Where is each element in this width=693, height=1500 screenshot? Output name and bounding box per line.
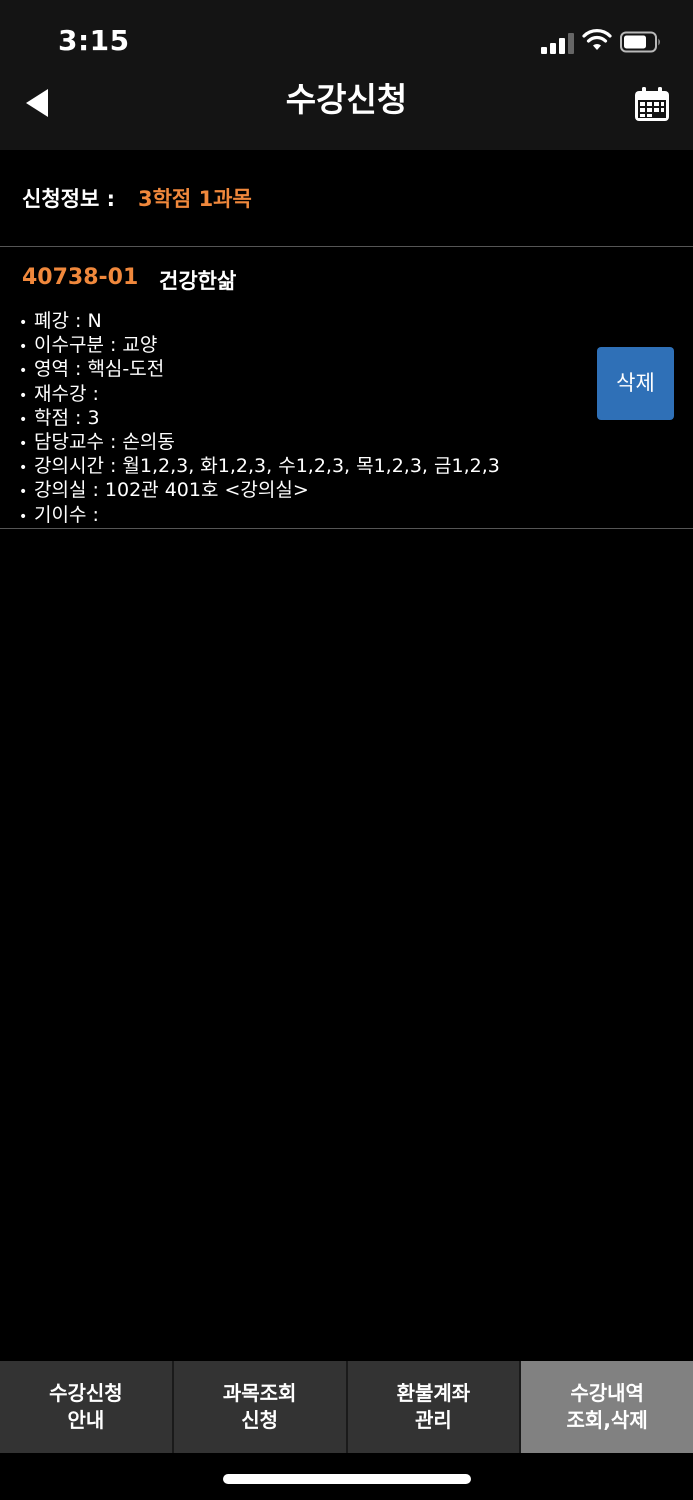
detail-retake: 재수강 :: [19, 383, 500, 407]
bottom-tab-bar: 수강신청 안내 과목조회 신청 환불계좌 관리 수강내역 조회,삭제: [0, 1361, 693, 1453]
battery-icon: [620, 31, 660, 53]
course-details: 폐강 : N 이수구분 : 교양 영역 : 핵심-도전 재수강 : 학점 : 3…: [19, 310, 500, 528]
calendar-icon[interactable]: [633, 85, 671, 123]
detail-room: 강의실 : 102관 401호 <강의실>: [19, 479, 500, 503]
tab-registration-guide[interactable]: 수강신청 안내: [0, 1361, 172, 1453]
detail-credits: 학점 : 3: [19, 407, 500, 431]
registration-summary: 신청정보 : 3학점 1과목: [0, 150, 693, 247]
tab-course-search[interactable]: 과목조회 신청: [171, 1361, 346, 1453]
course-item: 40738-01 건강한삶 폐강 : N 이수구분 : 교양 영역 : 핵심-도…: [0, 247, 693, 529]
detail-closed: 폐강 : N: [19, 310, 500, 334]
detail-professor: 담당교수 : 손의동: [19, 431, 500, 455]
summary-value: 3학점 1과목: [138, 187, 252, 211]
wifi-icon: [582, 29, 612, 50]
detail-area: 영역 : 핵심-도전: [19, 358, 500, 382]
tab-refund-account[interactable]: 환불계좌 관리: [345, 1361, 520, 1453]
detail-category: 이수구분 : 교양: [19, 334, 500, 358]
tab-registration-history[interactable]: 수강내역 조회,삭제: [519, 1361, 693, 1453]
page-title: 수강신청: [285, 80, 408, 119]
detail-completed: 기이수 :: [19, 504, 500, 528]
nav-bar: 수강신청: [0, 75, 693, 150]
back-arrow-icon[interactable]: [22, 85, 52, 121]
status-time: 3:15: [58, 24, 130, 57]
summary-label: 신청정보 :: [22, 187, 115, 211]
course-code: 40738-01: [22, 265, 139, 290]
signal-icon: [541, 32, 575, 54]
detail-schedule: 강의시간 : 월1,2,3, 화1,2,3, 수1,2,3, 목1,2,3, 금…: [19, 455, 500, 479]
delete-button[interactable]: 삭제: [597, 347, 674, 420]
status-bar: 3:15: [0, 0, 693, 75]
course-name: 건강한삶: [159, 269, 237, 293]
home-indicator: [223, 1474, 471, 1484]
